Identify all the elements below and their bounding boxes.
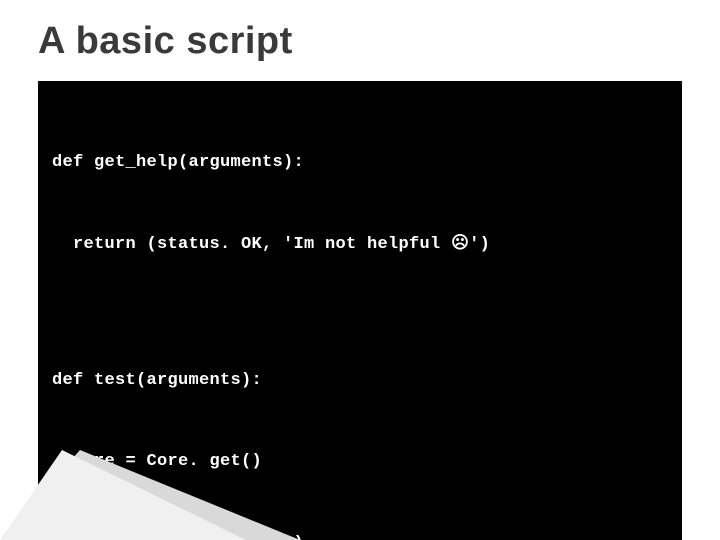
code-block: def get_help(arguments): return (status.… bbox=[38, 81, 682, 540]
code-line: def test(arguments): bbox=[52, 367, 668, 394]
code-line: return (status. OK, 'Im not helpful ☹') bbox=[52, 231, 668, 258]
slide: A basic script def get_help(arguments): … bbox=[0, 0, 720, 540]
page-title: A basic script bbox=[38, 20, 682, 63]
code-line: core = Core. get() bbox=[52, 448, 668, 475]
code-line: def get_help(arguments): bbox=[52, 149, 668, 176]
code-line: count = len(arguments) bbox=[52, 530, 668, 540]
